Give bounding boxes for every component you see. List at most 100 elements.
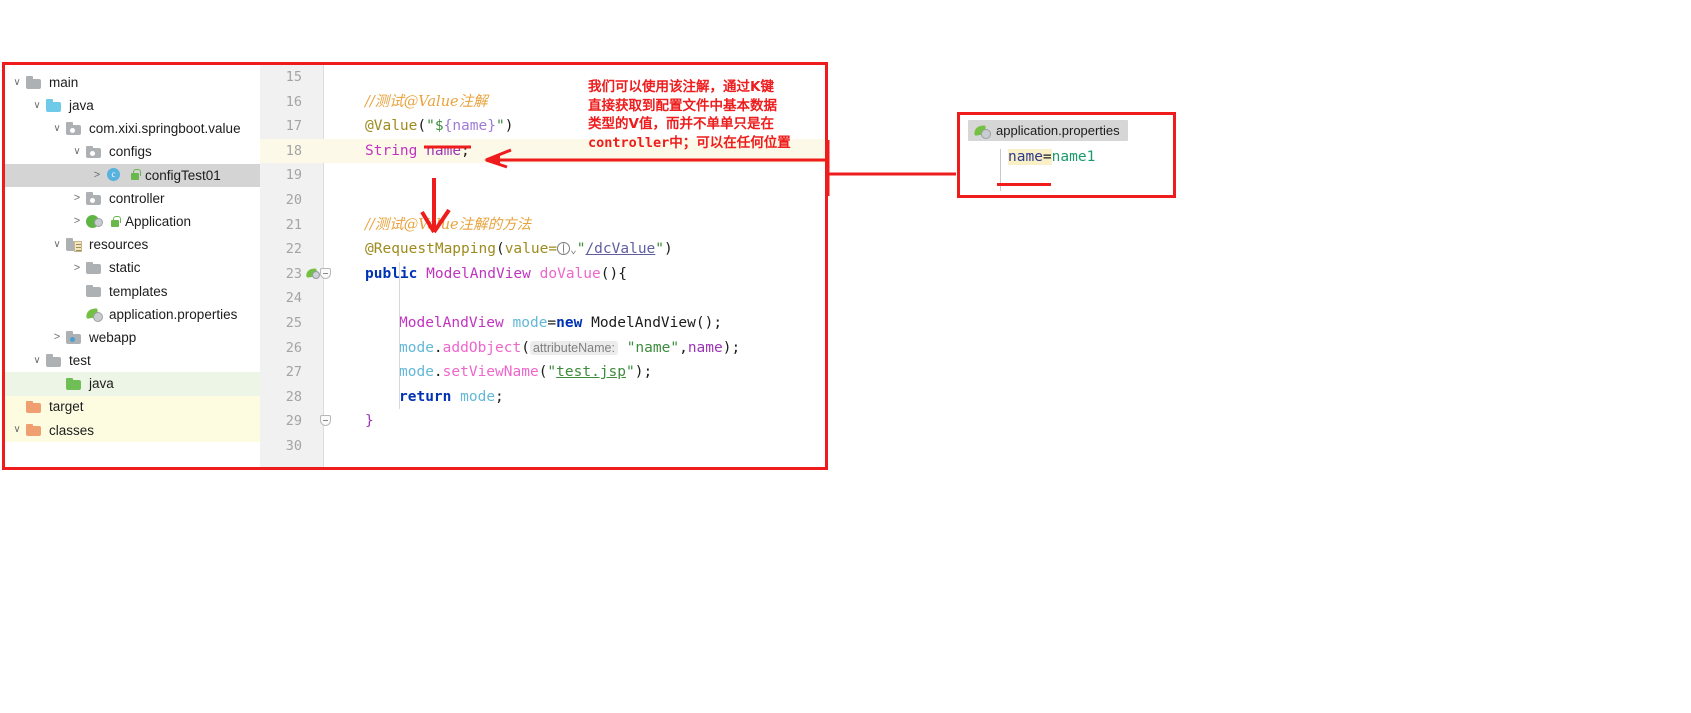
tree-item-configs[interactable]: configs	[5, 141, 260, 164]
chevron-right-icon[interactable]	[69, 193, 85, 204]
property-value: name1	[1051, 149, 1096, 165]
code-line-28[interactable]: 28 return mode;	[260, 385, 825, 410]
view-name-link[interactable]: test.jsp	[556, 364, 626, 380]
tree-item-label: target	[49, 399, 84, 415]
tree-item-webapp[interactable]: webapp	[5, 326, 260, 349]
property-red-underline	[997, 183, 1051, 186]
chevron-down-icon[interactable]	[29, 101, 45, 111]
chevron-down-icon[interactable]	[29, 356, 45, 366]
line-number: 16	[285, 93, 302, 110]
tree-item-com-xixi-springboot-value[interactable]: com.xixi.springboot.value	[5, 117, 260, 140]
code-token: );	[722, 339, 741, 356]
spring-properties-icon	[85, 306, 104, 323]
tree-item-test[interactable]: test	[5, 349, 260, 372]
tree-item-label: controller	[109, 190, 165, 206]
code-token: new	[556, 314, 583, 331]
tree-item-java[interactable]: java	[5, 372, 260, 396]
chevron-right-icon[interactable]	[89, 170, 105, 181]
code-token: mode	[512, 314, 548, 331]
code-token: //测试@Value注解	[365, 93, 488, 110]
line-number: 28	[285, 388, 302, 405]
mapping-url-link[interactable]: /dcValue	[585, 241, 655, 257]
code-token[interactable]: ⌄	[570, 243, 577, 256]
folder-green-icon	[65, 376, 84, 392]
code-token: return	[399, 388, 452, 405]
code-line-29[interactable]: 29}	[260, 409, 825, 434]
folder-blue-icon	[45, 98, 64, 114]
code-line-22[interactable]: 22 @RequestMapping(value= ⌄"/dcValue")	[260, 237, 825, 262]
code-token: name	[687, 339, 723, 356]
tree-item-target[interactable]: target	[5, 395, 260, 419]
tree-item-configtest01[interactable]: configTest01	[5, 163, 260, 187]
web-url-globe-icon[interactable]	[557, 242, 571, 256]
chevron-down-icon[interactable]	[49, 124, 65, 134]
code-token: String	[365, 142, 418, 159]
lock-badge-icon	[129, 168, 141, 182]
tree-item-java[interactable]: java	[5, 94, 260, 117]
code-line-text: @Value("${name}")	[365, 114, 513, 139]
code-line-30[interactable]: 30	[260, 434, 825, 459]
code-line-27[interactable]: 27 mode.setViewName("test.jsp");	[260, 360, 825, 385]
tree-item-label: webapp	[89, 329, 137, 345]
tree-item-classes[interactable]: classes	[5, 418, 260, 442]
code-fold-toggle[interactable]	[320, 415, 331, 427]
tree-item-label: Application	[125, 213, 192, 229]
chevron-down-icon[interactable]	[69, 147, 85, 157]
chevron-right-icon[interactable]	[49, 332, 65, 343]
chevron-down-icon[interactable]	[9, 78, 25, 88]
line-number: 26	[285, 339, 302, 356]
code-token: //测试@Value注解的方法	[365, 216, 532, 233]
code-token: }	[365, 413, 374, 430]
code-token: value=	[504, 241, 558, 258]
code-line-23[interactable]: 23 public ModelAndView doValue(){	[260, 262, 825, 287]
tree-item-templates[interactable]: templates	[5, 280, 260, 303]
tree-item-application[interactable]: Application	[5, 210, 260, 233]
code-token: ,	[679, 339, 688, 356]
code-token: ;	[495, 388, 504, 405]
screenshot-root: main java com.xixi.springboot.value configs…	[0, 0, 1691, 713]
code-line-20[interactable]: 20	[260, 188, 825, 213]
tree-item-label: java	[69, 98, 94, 114]
folder-package-icon	[85, 191, 104, 207]
chevron-right-icon[interactable]	[69, 216, 85, 227]
code-line-24[interactable]: 24	[260, 286, 825, 311]
code-token: )	[504, 118, 514, 135]
line-number: 17	[285, 118, 302, 135]
code-line-25[interactable]: 25 ModelAndView mode=new ModelAndView();	[260, 311, 825, 336]
tree-item-static[interactable]: static	[5, 257, 260, 280]
indent-guide	[399, 261, 400, 410]
code-line-text: }	[365, 409, 374, 434]
tree-item-main[interactable]: main	[5, 71, 260, 94]
code-fold-toggle[interactable]	[320, 267, 331, 279]
tree-item-label: com.xixi.springboot.value	[89, 121, 241, 137]
code-token: "	[495, 118, 505, 135]
project-tree-panel[interactable]: main java com.xixi.springboot.value configs…	[5, 65, 260, 467]
code-line-26[interactable]: 26 mode.addObject(attributeName: "name",n…	[260, 336, 825, 361]
chevron-down-icon[interactable]	[9, 425, 25, 435]
chevron-right-icon[interactable]	[69, 263, 85, 274]
code-token: mode	[399, 339, 434, 356]
java-class-icon	[105, 167, 124, 183]
code-line-21[interactable]: 21 //测试@Value注解的方法	[260, 213, 825, 238]
tree-item-controller[interactable]: controller	[5, 187, 260, 210]
code-token: public	[365, 265, 418, 282]
code-token: .	[433, 339, 443, 356]
folder-package-icon	[65, 121, 84, 137]
code-token: ;	[461, 142, 470, 159]
tree-item-label: static	[109, 260, 141, 276]
code-line-text: String name;	[365, 139, 470, 164]
code-token: doValue	[539, 265, 601, 282]
tree-item-label: main	[49, 74, 79, 90]
chevron-down-icon[interactable]	[49, 240, 65, 250]
code-token: "	[655, 241, 665, 258]
code-line-19[interactable]: 19	[260, 163, 825, 188]
line-number: 20	[285, 191, 302, 208]
properties-file-tab[interactable]: application.properties	[968, 120, 1128, 141]
code-token: .	[433, 364, 443, 381]
tree-item-application-properties[interactable]: application.properties	[5, 303, 260, 326]
tree-item-resources[interactable]: resources	[5, 233, 260, 256]
tree-item-label: configTest01	[145, 167, 221, 183]
code-token: (	[521, 339, 530, 356]
